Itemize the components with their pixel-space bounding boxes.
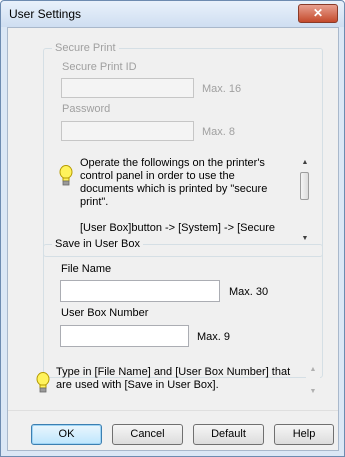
window-title: User Settings (9, 7, 82, 21)
help-button[interactable]: Help (274, 424, 334, 445)
scroll-down-icon[interactable]: ▼ (306, 386, 320, 398)
file-name-max: Max. 30 (229, 286, 269, 298)
scrollbar-thumb[interactable] (300, 172, 309, 200)
footer-separator (8, 410, 338, 411)
lightbulb-icon (36, 372, 50, 393)
secure-print-info-scrollbar[interactable]: ▲ ▼ (298, 155, 312, 247)
secure-print-id-max: Max. 16 (202, 83, 242, 95)
user-box-number-input[interactable] (60, 325, 189, 347)
secure-print-info-text: Operate the followings on the printer's … (80, 157, 290, 235)
bottom-info-text: Type in [File Name] and [User Box Number… (56, 366, 291, 391)
secure-print-legend: Secure Print (52, 42, 119, 54)
default-button[interactable]: Default (193, 424, 264, 445)
secure-print-info-box: Operate the followings on the printer's … (56, 153, 316, 251)
file-name-input[interactable] (60, 280, 220, 302)
password-label: Password (62, 103, 111, 115)
secure-print-id-input[interactable] (61, 78, 194, 98)
file-name-label: File Name (61, 263, 112, 275)
bottom-info-box: Type in [File Name] and [User Box Number… (32, 364, 322, 404)
cancel-button[interactable]: Cancel (112, 424, 183, 445)
scroll-up-icon[interactable]: ▲ (306, 364, 320, 376)
save-in-user-box-legend: Save in User Box (52, 238, 143, 250)
password-input[interactable] (61, 121, 194, 141)
secure-print-info-line2: [User Box]button -> [System] -> [Secure (80, 222, 276, 234)
title-bar[interactable]: User Settings ✕ (1, 1, 344, 27)
bottom-info-scrollbar[interactable]: ▲ ▼ (306, 364, 320, 400)
lightbulb-icon (59, 165, 73, 186)
dialog-body: Secure Print Secure Print ID Max. 16 Pas… (7, 27, 339, 451)
close-icon: ✕ (312, 6, 324, 20)
user-box-number-label: User Box Number (61, 307, 149, 319)
user-settings-dialog: User Settings ✕ Secure Print Secure Prin… (0, 0, 345, 457)
save-in-user-box-group: Save in User Box File Name Max. 30 User … (43, 238, 323, 378)
user-box-number-max: Max. 9 (197, 331, 231, 343)
secure-print-id-label: Secure Print ID (62, 61, 137, 73)
secure-print-group: Secure Print Secure Print ID Max. 16 Pas… (43, 42, 323, 257)
secure-print-info-line1: Operate the followings on the printer's … (80, 157, 268, 208)
scroll-up-icon[interactable]: ▲ (298, 157, 312, 169)
close-button[interactable]: ✕ (298, 4, 338, 23)
password-max: Max. 8 (202, 126, 236, 138)
ok-button[interactable]: OK (31, 424, 102, 445)
